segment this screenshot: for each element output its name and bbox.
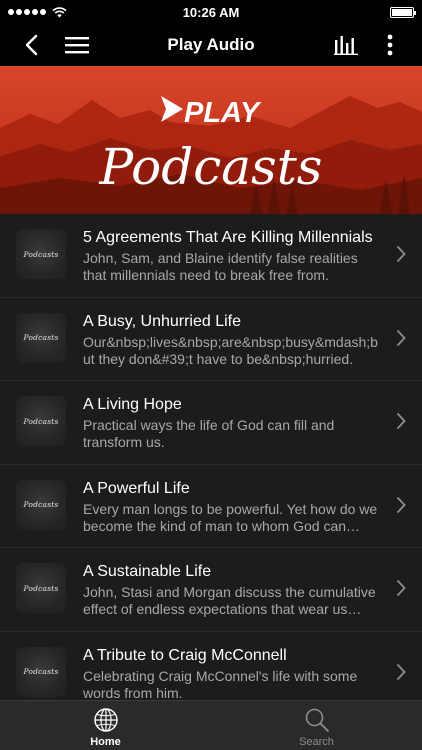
wifi-icon — [52, 6, 67, 17]
banner-artwork: PLAY Podcasts — [0, 66, 422, 214]
podcast-thumbnail: Podcasts — [16, 312, 66, 363]
list-item-title: 5 Agreements That Are Killing Millennial… — [83, 229, 373, 246]
signal-area — [8, 6, 67, 18]
status-bar: 10:26 AM — [0, 0, 422, 24]
list-item-description: Celebrating Craig McConnel's life with s… — [83, 667, 358, 701]
list-item-title: A Powerful Life — [83, 479, 190, 497]
chevron-right-icon — [396, 412, 406, 430]
chevron-right-icon — [396, 245, 406, 263]
brand-name: PLAY — [184, 97, 262, 129]
podcasts-banner: PLAY Podcasts — [0, 66, 422, 214]
list-item[interactable]: Podcasts 5 Agreements That Are Killing M… — [0, 214, 422, 298]
more-vertical-icon — [387, 34, 393, 56]
chevron-right-icon — [396, 579, 406, 597]
podcast-thumbnail: Podcasts — [16, 563, 66, 613]
chevron-right-icon — [396, 496, 406, 513]
equalizer-icon — [334, 36, 358, 55]
list-item-title: A Busy, Unhurried Life — [83, 312, 242, 330]
globe-icon — [93, 708, 118, 732]
tab-home-label: Home — [90, 736, 121, 748]
audio-levels-button[interactable] — [330, 24, 362, 66]
list-item[interactable]: Podcasts A Tribute to Craig McConnell Ce… — [0, 632, 422, 701]
tab-search-label: Search — [299, 736, 334, 748]
list-item-description: John, Sam, and Blaine identify false rea… — [83, 250, 358, 283]
podcast-thumbnail: Podcasts — [16, 229, 66, 279]
tab-home[interactable]: Home — [0, 701, 211, 750]
more-options-button[interactable] — [378, 24, 402, 66]
tab-bar: Home Search — [0, 700, 422, 750]
search-icon — [305, 708, 329, 732]
list-item-title: A Sustainable Life — [83, 563, 212, 580]
tab-search[interactable]: Search — [211, 701, 422, 750]
list-item-title: A Living Hope — [83, 396, 182, 413]
podcast-list: Podcasts 5 Agreements That Are Killing M… — [0, 214, 422, 700]
chevron-right-icon — [396, 329, 406, 346]
banner-headline: Podcasts — [99, 138, 323, 196]
list-item-description: Our&nbsp;lives&nbsp;are&nbsp;busy&mdash;… — [83, 333, 378, 367]
list-item-description: John, Stasi and Morgan discuss the cumul… — [83, 584, 376, 617]
list-item[interactable]: Podcasts A Powerful Life Every man longs… — [0, 465, 422, 548]
podcast-thumbnail: Podcasts — [16, 479, 66, 530]
list-item[interactable]: Podcasts A Busy, Unhurried Life Our&nbsp… — [0, 298, 422, 381]
list-item-description: Practical ways the life of God can fill … — [83, 417, 335, 450]
battery-icon — [390, 6, 416, 18]
list-item-description: Every man longs to be powerful. Yet how … — [83, 500, 378, 534]
list-item-title: A Tribute to Craig McConnell — [83, 646, 287, 664]
nav-bar: Play Audio — [0, 24, 422, 66]
chevron-right-icon — [396, 663, 406, 680]
signal-strength-icon — [8, 9, 46, 15]
podcast-thumbnail: Podcasts — [16, 646, 66, 697]
podcast-thumbnail: Podcasts — [16, 396, 66, 446]
list-item[interactable]: Podcasts A Living Hope Practical ways th… — [0, 381, 422, 465]
list-item[interactable]: Podcasts A Sustainable Life John, Stasi … — [0, 548, 422, 632]
